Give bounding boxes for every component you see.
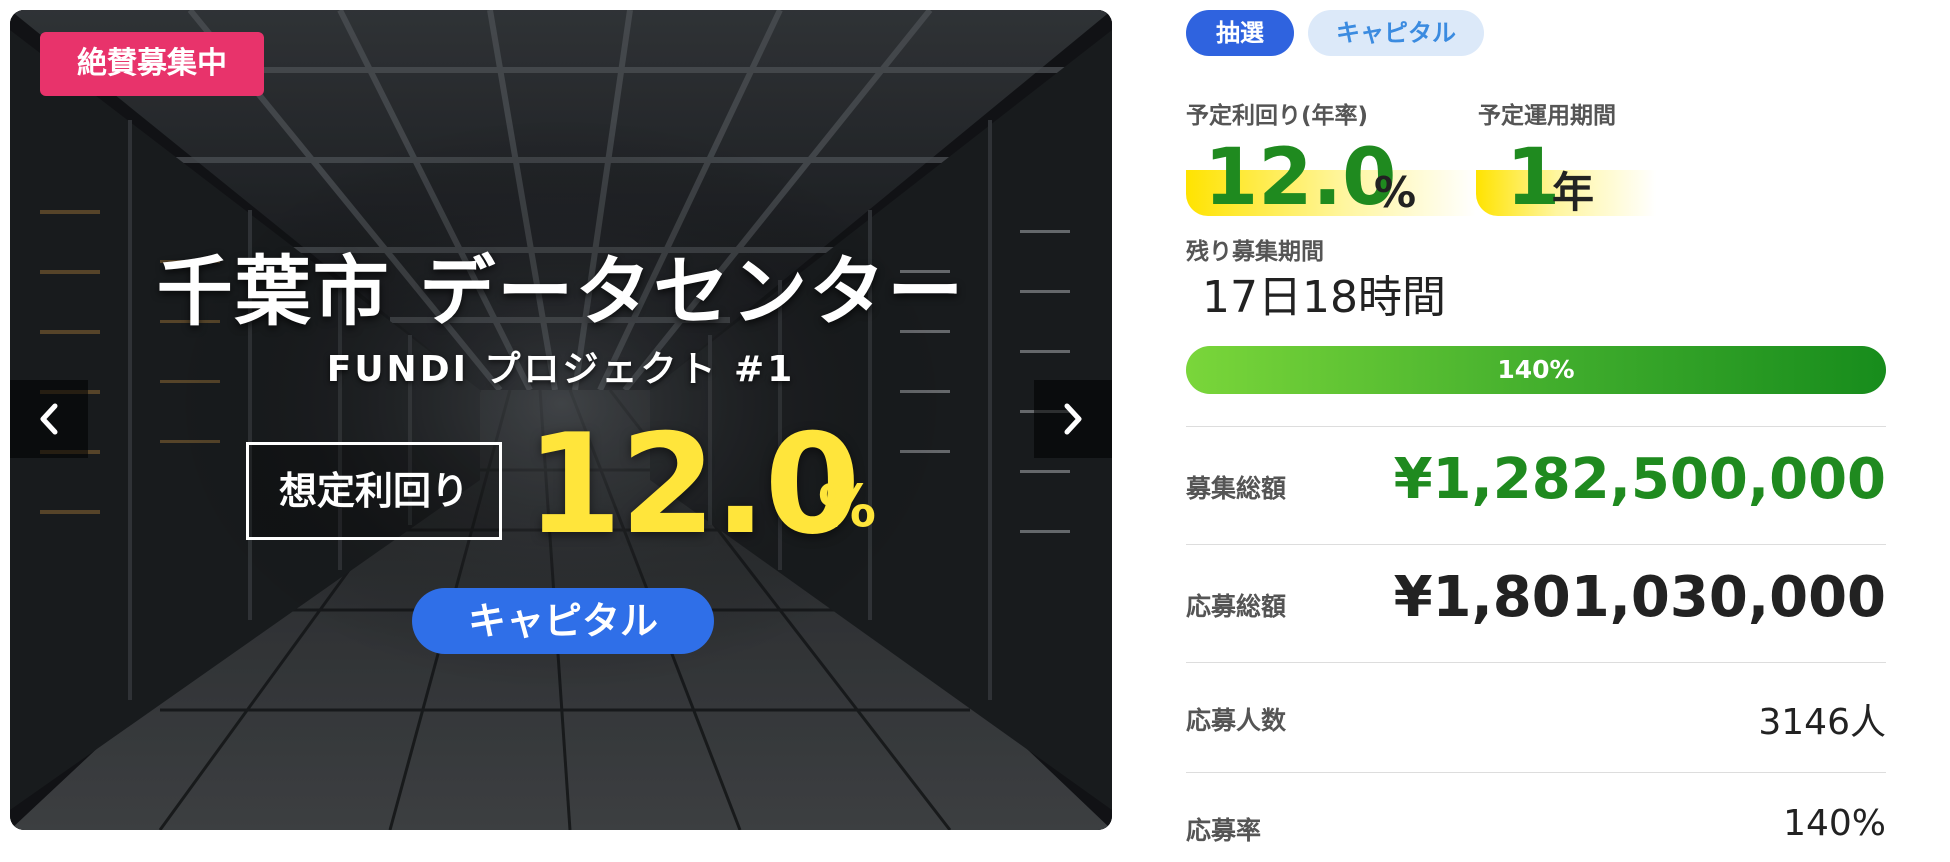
remaining-period-value: 17日18時間 bbox=[1202, 272, 1446, 323]
recruiting-badge: 絶賛募集中 bbox=[40, 32, 264, 96]
expected-yield-label: 予定利回り(年率) bbox=[1186, 103, 1369, 129]
stat-row-target: 募集総額 ¥1,282,500,000 bbox=[1186, 426, 1886, 544]
application-rate-label: 応募率 bbox=[1186, 816, 1262, 845]
chevron-right-icon bbox=[1064, 403, 1082, 435]
target-amount-value: ¥1,282,500,000 bbox=[1393, 447, 1886, 512]
stat-row-applied: 応募総額 ¥1,801,030,000 bbox=[1186, 544, 1886, 662]
applicants-label: 応募人数 bbox=[1186, 706, 1287, 735]
hero-capital-pill: キャピタル bbox=[412, 588, 714, 654]
expected-yield-unit: % bbox=[1374, 168, 1417, 217]
carousel-prev-button[interactable] bbox=[10, 380, 88, 458]
progress-label: 140% bbox=[1497, 355, 1575, 384]
stat-row-rate: 応募率 140% bbox=[1186, 772, 1886, 862]
hero-yield-label: 想定利回り bbox=[246, 442, 502, 540]
applicants-value: 3146人 bbox=[1758, 702, 1886, 743]
operation-period-unit: 年 bbox=[1552, 168, 1595, 217]
stat-row-applicants: 応募人数 3146人 bbox=[1186, 662, 1886, 772]
applied-amount-label: 応募総額 bbox=[1186, 592, 1287, 621]
expected-yield-value: 12.0 bbox=[1204, 133, 1397, 223]
chevron-left-icon bbox=[40, 403, 58, 435]
hero-title: 千葉市 データセンター bbox=[156, 247, 966, 336]
hero-yield-value: 12.0 bbox=[526, 404, 860, 565]
project-image-carousel: 絶賛募集中 千葉市 データセンター FUNDI プロジェクト #1 想定利回り … bbox=[10, 10, 1112, 830]
application-rate-value: 140% bbox=[1783, 803, 1886, 844]
project-summary-panel: 抽選 キャピタル 予定利回り(年率) 予定運用期間 12.0 % 1 年 残り募… bbox=[1186, 0, 1886, 862]
lottery-tag: 抽選 bbox=[1186, 10, 1294, 56]
remaining-period-label: 残り募集期間 bbox=[1186, 239, 1324, 265]
applied-amount-value: ¥1,801,030,000 bbox=[1393, 565, 1886, 630]
carousel-next-button[interactable] bbox=[1034, 380, 1112, 458]
funding-progress-bar: 140% bbox=[1186, 346, 1886, 394]
capital-tag: キャピタル bbox=[1308, 10, 1484, 56]
target-amount-label: 募集総額 bbox=[1186, 474, 1287, 503]
hero-yield-unit: % bbox=[818, 472, 877, 540]
operation-period-label: 予定運用期間 bbox=[1478, 103, 1616, 129]
hero-subtitle: FUNDI プロジェクト #1 bbox=[326, 349, 796, 390]
